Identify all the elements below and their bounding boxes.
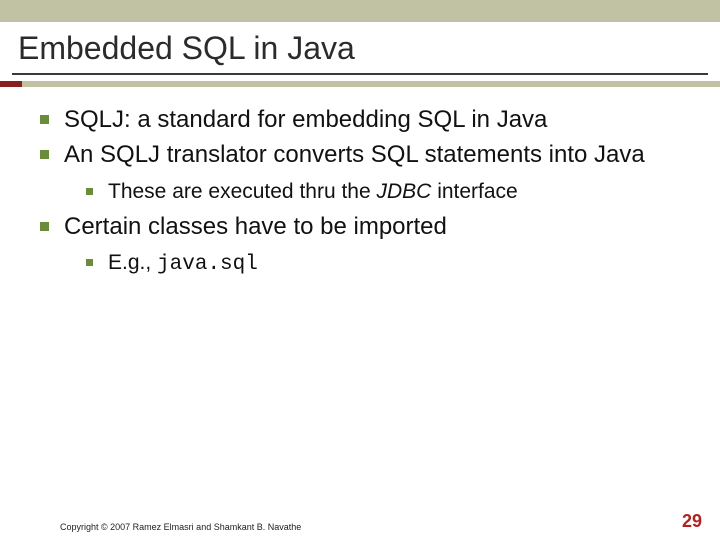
sub-bullet-item: E.g., java.sql <box>64 249 700 279</box>
bullet-item: An SQLJ translator converts SQL statemen… <box>20 140 700 206</box>
sub-bullet-item: These are executed thru the JDBC interfa… <box>64 178 700 206</box>
footer: Copyright © 2007 Ramez Elmasri and Shamk… <box>0 512 720 532</box>
bullet-item: SQLJ: a standard for embedding SQL in Ja… <box>20 105 700 134</box>
bullet-text: SQLJ: a standard for embedding SQL in Ja… <box>64 106 547 133</box>
accent-right <box>22 81 720 87</box>
sub-bullet-list: These are executed thru the JDBC interfa… <box>64 178 700 206</box>
page-number: 29 <box>682 511 702 532</box>
jdbc-emphasis: JDBC <box>377 180 438 203</box>
sub-bullet-text: E.g., <box>108 251 157 274</box>
slide-title: Embedded SQL in Java <box>18 30 702 67</box>
copyright-text: Copyright © 2007 Ramez Elmasri and Shamk… <box>60 522 301 532</box>
bullet-item: Certain classes have to be imported E.g.… <box>20 212 700 280</box>
sub-bullet-list: E.g., java.sql <box>64 249 700 279</box>
content-area: SQLJ: a standard for embedding SQL in Ja… <box>0 87 720 279</box>
top-band <box>0 0 720 22</box>
title-rule <box>12 73 708 75</box>
sub-bullet-text-tail: interface <box>437 180 518 203</box>
bullet-text: Certain classes have to be imported <box>64 213 447 240</box>
accent-row <box>0 81 720 87</box>
title-row: Embedded SQL in Java <box>0 22 720 71</box>
sub-bullet-text: These are executed thru the <box>108 180 377 203</box>
bullet-list: SQLJ: a standard for embedding SQL in Ja… <box>20 105 700 279</box>
code-text: java.sql <box>157 253 258 276</box>
bullet-text: An SQLJ translator converts SQL statemen… <box>64 141 645 168</box>
accent-left <box>0 81 22 87</box>
